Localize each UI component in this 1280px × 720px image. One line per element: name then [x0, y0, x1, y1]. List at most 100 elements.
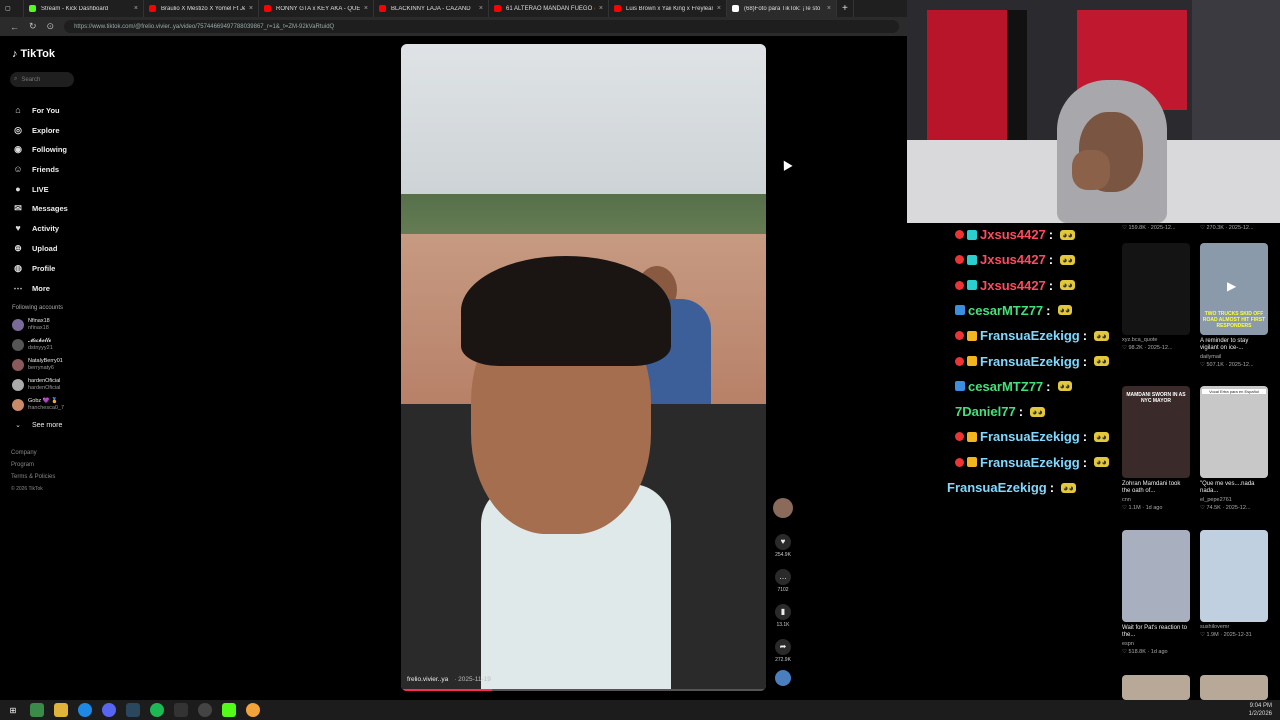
action-comment[interactable]: … 7102 — [773, 569, 793, 593]
nav-activity[interactable]: ♥ Activity — [12, 222, 59, 234]
steam-icon[interactable] — [126, 703, 140, 717]
new-tab-icon[interactable]: + — [837, 0, 854, 17]
bookmark-icon[interactable]: ▮ — [775, 604, 791, 620]
browser-icon[interactable] — [246, 703, 260, 717]
nav-friends[interactable]: ☺ Friends — [12, 163, 59, 175]
footer-program[interactable]: Program — [11, 462, 34, 468]
spotify-icon[interactable] — [150, 703, 164, 717]
footer-company[interactable]: Company — [11, 450, 37, 456]
chat-username[interactable]: FransuaEzekigg — [980, 328, 1080, 343]
close-tab-icon[interactable]: × — [364, 5, 368, 12]
video-author[interactable]: sushilovemr — [1200, 624, 1268, 630]
kick-icon[interactable] — [222, 703, 236, 717]
recommended-video[interactable]: xyz.bca_quote ♡ 98.2K · 2025-12... — [1122, 243, 1190, 351]
chat-username[interactable]: FransuaEzekigg — [980, 354, 1080, 369]
recommended-video[interactable]: sushilovemr ♡ 1.9M · 2025-12-31 — [1200, 530, 1268, 638]
back-icon[interactable]: ← — [10, 22, 19, 32]
nav-messages[interactable]: ✉ Messages — [12, 202, 68, 214]
recommended-video[interactable] — [1122, 675, 1190, 700]
close-tab-icon[interactable]: × — [479, 5, 483, 12]
chat-username[interactable]: 7Daniel77 — [955, 404, 1016, 419]
close-tab-icon[interactable]: × — [827, 5, 831, 12]
see-more-link[interactable]: ⌄ See more — [12, 419, 62, 431]
creator-avatar[interactable] — [773, 498, 793, 518]
video-thumbnail[interactable] — [1200, 675, 1268, 700]
following-account[interactable]: 𝓜𝓲𝓬𝓱𝓮𝓵𝓵𝓮 dstnyyy21 — [12, 338, 53, 352]
footer-terms[interactable]: Terms & Policies — [11, 474, 55, 480]
action-share[interactable]: ➦ 272.9K — [773, 639, 793, 663]
video-thumbnail[interactable] — [1122, 243, 1190, 335]
browser-menu-icon[interactable]: ▢ — [0, 0, 24, 17]
share-icon[interactable]: ➦ — [775, 639, 791, 655]
video-player[interactable]: frelio.vivier..ya · 2025-11-19 — [401, 44, 766, 691]
video-author[interactable]: frelio.vivier..ya · 2025-11-19 — [407, 676, 491, 683]
url-field[interactable]: https://www.tiktok.com/@frelio.vivier..y… — [64, 20, 899, 33]
system-clock[interactable]: 9:04 PM 1/2/2026 — [1249, 702, 1272, 718]
browser-tab[interactable]: BLACKINNY LAJA - CAZAND × — [374, 0, 489, 17]
close-tab-icon[interactable]: × — [599, 5, 603, 12]
site-info-icon[interactable]: ⊙ — [47, 21, 55, 32]
video-author[interactable]: dailymail — [1200, 354, 1268, 360]
following-account[interactable]: NatalyBerry01 berrynaty6 — [12, 358, 63, 372]
chat-username[interactable]: FransuaEzekigg — [980, 455, 1080, 470]
video-progress-bar[interactable] — [401, 689, 766, 691]
close-tab-icon[interactable]: × — [717, 5, 721, 12]
music-disc-icon[interactable] — [773, 670, 793, 686]
browser-tab[interactable]: Stream - Kick Dashboard × — [24, 0, 144, 17]
nav-explore[interactable]: ◎ Explore — [12, 124, 59, 136]
chat-username[interactable]: Jxsus4427 — [980, 252, 1046, 267]
chat-username[interactable]: cesarMTZ77 — [968, 303, 1043, 318]
video-author[interactable]: espn — [1122, 641, 1190, 647]
browser-tab[interactable]: 61 ALTERAO MANDAN FUEGO 🔥 × — [489, 0, 609, 17]
nav-profile[interactable]: ◍ Profile — [12, 262, 55, 274]
following-account[interactable]: hardenOficial hardenOficial — [12, 378, 60, 392]
close-tab-icon[interactable]: × — [134, 5, 138, 12]
recommended-video[interactable] — [1200, 675, 1268, 700]
close-tab-icon[interactable]: × — [249, 5, 253, 12]
comment-icon[interactable]: … — [775, 569, 791, 585]
following-account[interactable]: Nfinax18 nfinax18 — [12, 318, 50, 332]
browser-tab[interactable]: Braulio X Mestizo X Yomel Ft Jey × — [144, 0, 259, 17]
browser-tab[interactable]: Luis Brown x Yaii King x Freylean × — [609, 0, 727, 17]
recommended-video[interactable]: Vocal Ertra para en Español "Que me ves..… — [1200, 386, 1268, 511]
video-author[interactable]: cnn — [1122, 497, 1190, 503]
chat-username[interactable]: Jxsus4427 — [980, 227, 1046, 242]
video-thumbnail[interactable] — [1200, 530, 1268, 622]
video-author[interactable]: xyz.bca_quote — [1122, 337, 1190, 343]
search-input[interactable]: ⌕ Search — [10, 72, 74, 87]
video-author[interactable]: el_pepe2761 — [1200, 497, 1268, 503]
app-icon[interactable] — [198, 703, 212, 717]
nav-following[interactable]: ◉ Following — [12, 143, 67, 155]
action-heart[interactable]: ♥ 254.9K — [773, 534, 793, 558]
video-thumbnail[interactable]: MAMDANI SWORN IN AS NYC MAYOR — [1122, 386, 1190, 478]
video-thumbnail[interactable] — [1122, 530, 1190, 622]
start-button-icon[interactable]: ⊞ — [6, 703, 20, 717]
nav-upload[interactable]: ⊕ Upload — [12, 242, 57, 254]
nav-more[interactable]: ⋯ More — [12, 282, 50, 294]
following-account[interactable]: Gobz 💜 🏅 franchesca0_7 — [12, 398, 64, 412]
recommended-video[interactable]: Wait for Pat's reaction to the... espn ♡ 5… — [1122, 530, 1190, 655]
chat-username[interactable]: cesarMTZ77 — [968, 379, 1043, 394]
recommended-video[interactable]: ♡ 270.3K · 2025-12... — [1200, 223, 1268, 231]
recommended-video[interactable]: MAMDANI SWORN IN AS NYC MAYOR Zohran Mamd… — [1122, 386, 1190, 511]
avatar[interactable] — [773, 498, 793, 518]
nav-live[interactable]: ● LIVE — [12, 183, 48, 195]
browser-tab[interactable]: RONNY GTA x KEY AKA - QUE TE × — [259, 0, 374, 17]
nav-for-you[interactable]: ⌂ For You — [12, 104, 59, 116]
discord-icon[interactable] — [102, 703, 116, 717]
terminal-icon[interactable] — [30, 703, 44, 717]
chrome-icon[interactable] — [78, 703, 92, 717]
recommended-video[interactable]: ♡ 159.8K · 2025-12... — [1122, 223, 1190, 231]
video-thumbnail[interactable] — [1122, 675, 1190, 700]
tiktok-logo[interactable]: ♪ TikTok — [12, 48, 55, 60]
chat-username[interactable]: Jxsus4427 — [980, 278, 1046, 293]
action-bookmark[interactable]: ▮ 13.1K — [773, 604, 793, 628]
file-explorer-icon[interactable] — [54, 703, 68, 717]
obs-icon[interactable] — [174, 703, 188, 717]
video-thumbnail[interactable]: Vocal Ertra para en Español — [1200, 386, 1268, 478]
chat-username[interactable]: FransuaEzekigg — [947, 480, 1047, 495]
chat-username[interactable]: FransuaEzekigg — [980, 429, 1080, 444]
heart-icon[interactable]: ♥ — [775, 534, 791, 550]
recommended-video[interactable]: TWO TRUCKS SKID OFF ROAD ALMOST HIT FIRS… — [1200, 243, 1268, 368]
video-thumbnail[interactable]: TWO TRUCKS SKID OFF ROAD ALMOST HIT FIRS… — [1200, 243, 1268, 335]
